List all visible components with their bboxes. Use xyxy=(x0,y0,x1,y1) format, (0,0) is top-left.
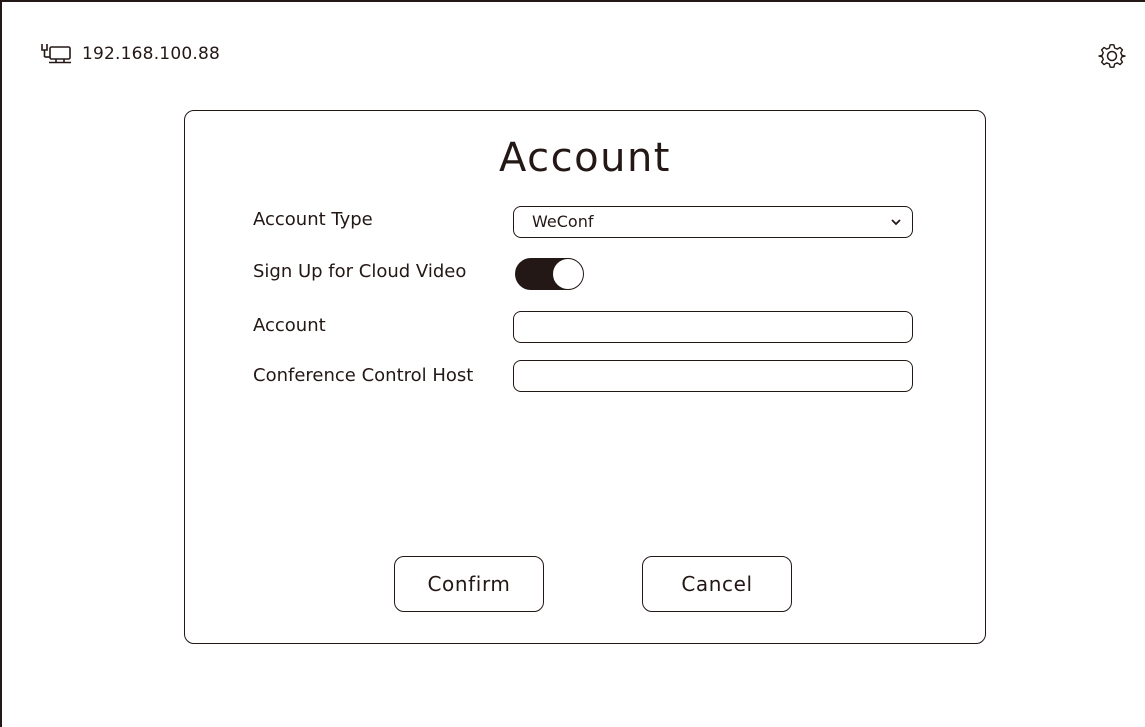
status-bar: 192.168.100.88 xyxy=(38,40,220,68)
account-label: Account xyxy=(253,315,326,336)
screen-frame: 192.168.100.88 Account Account Type WeCo… xyxy=(0,0,1145,727)
account-dialog: Account Account Type WeConf Sign Up for … xyxy=(184,110,986,644)
conference-host-input[interactable] xyxy=(513,360,913,392)
cloud-video-label: Sign Up for Cloud Video xyxy=(253,261,467,282)
conference-host-label: Conference Control Host xyxy=(253,365,474,386)
gear-icon[interactable] xyxy=(1098,42,1126,70)
account-type-value: WeConf xyxy=(532,212,594,231)
ethernet-network-icon xyxy=(41,44,71,64)
account-type-label: Account Type xyxy=(253,209,373,230)
dialog-title: Account xyxy=(498,135,671,181)
account-type-select[interactable]: WeConf xyxy=(513,206,913,238)
chevron-down-icon xyxy=(891,219,901,226)
ip-address: 192.168.100.88 xyxy=(82,44,220,64)
confirm-button[interactable]: Confirm xyxy=(394,556,544,612)
account-input[interactable] xyxy=(513,311,913,343)
toggle-knob xyxy=(551,257,584,290)
cancel-button[interactable]: Cancel xyxy=(642,556,792,612)
cloud-video-toggle[interactable] xyxy=(515,257,584,290)
